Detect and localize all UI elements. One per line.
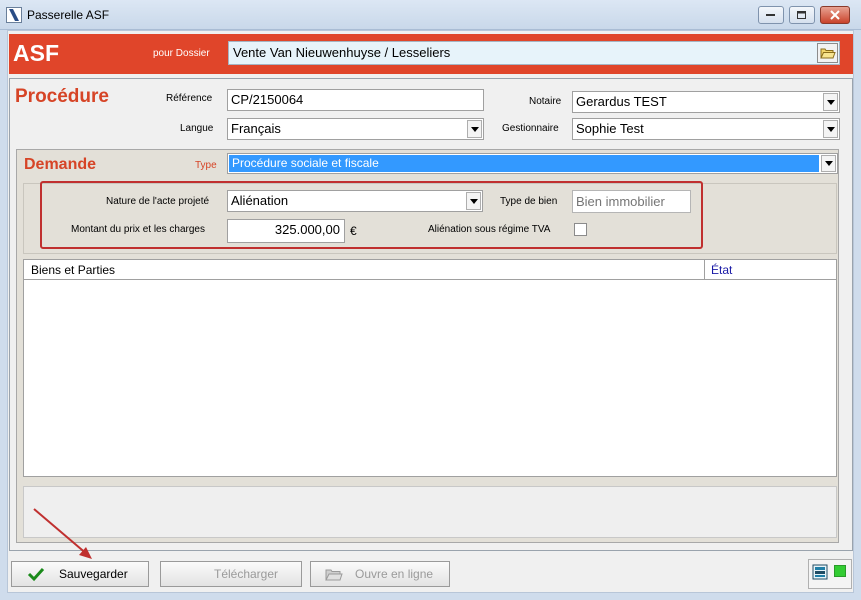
annotation-arrow-icon [33,508,92,559]
app-name: ASF [13,40,59,66]
maximize-button[interactable] [789,6,815,24]
biens-parties-list[interactable] [23,259,837,477]
download-button[interactable]: Télécharger [160,561,302,587]
save-button[interactable]: Sauvegarder [11,561,149,587]
langue-label: Langue [180,123,214,134]
open-online-label: Ouvre en ligne [355,567,434,581]
chevron-down-icon[interactable] [823,120,838,138]
browse-folder-button[interactable] [817,43,838,63]
demande-title: Demande [24,156,97,173]
langue-select[interactable]: Français [227,118,484,140]
procedure-title: Procédure [15,86,109,107]
chevron-down-icon[interactable] [823,93,838,111]
gestionnaire-select[interactable]: Sophie Test [572,118,840,140]
checkmark-icon [27,567,45,582]
close-window-button[interactable] [820,6,850,24]
gestionnaire-value: Sophie Test [576,121,644,136]
download-label: Télécharger [213,567,279,581]
minimize-button[interactable] [758,6,784,24]
notaire-select[interactable]: Gerardus TEST [572,91,840,113]
window-titlebar [0,0,861,30]
dossier-value: Vente Van Nieuwenhuyse / Lesseliers [233,45,451,60]
highlight-box [40,181,703,249]
type-label: Type [195,160,217,171]
type-value: Procédure sociale et fiscale [229,155,819,172]
chevron-down-icon[interactable] [821,155,836,172]
notaire-value: Gerardus TEST [576,94,667,109]
database-icon[interactable] [812,564,828,580]
reference-input[interactable]: CP/2150064 [227,89,484,111]
langue-value: Français [231,121,281,136]
app-icon [6,7,22,23]
folder-icon [325,569,343,581]
folder-icon [820,48,836,59]
window-title: Passerelle ASF [27,8,110,22]
dossier-label: pour Dossier [153,48,210,59]
column-etat[interactable]: État [711,263,732,277]
footer-panel [23,486,837,538]
gestionnaire-label: Gestionnaire [502,123,559,134]
type-select[interactable]: Procédure sociale et fiscale [227,153,838,174]
notaire-label: Notaire [529,96,562,107]
open-online-button[interactable]: Ouvre en ligne [310,561,450,587]
chevron-down-icon[interactable] [467,120,482,138]
status-indicator [834,565,846,577]
save-label: Sauvegarder [59,567,128,581]
reference-label: Référence [166,93,213,104]
column-biens-parties[interactable]: Biens et Parties [31,263,115,277]
column-divider [704,260,705,280]
